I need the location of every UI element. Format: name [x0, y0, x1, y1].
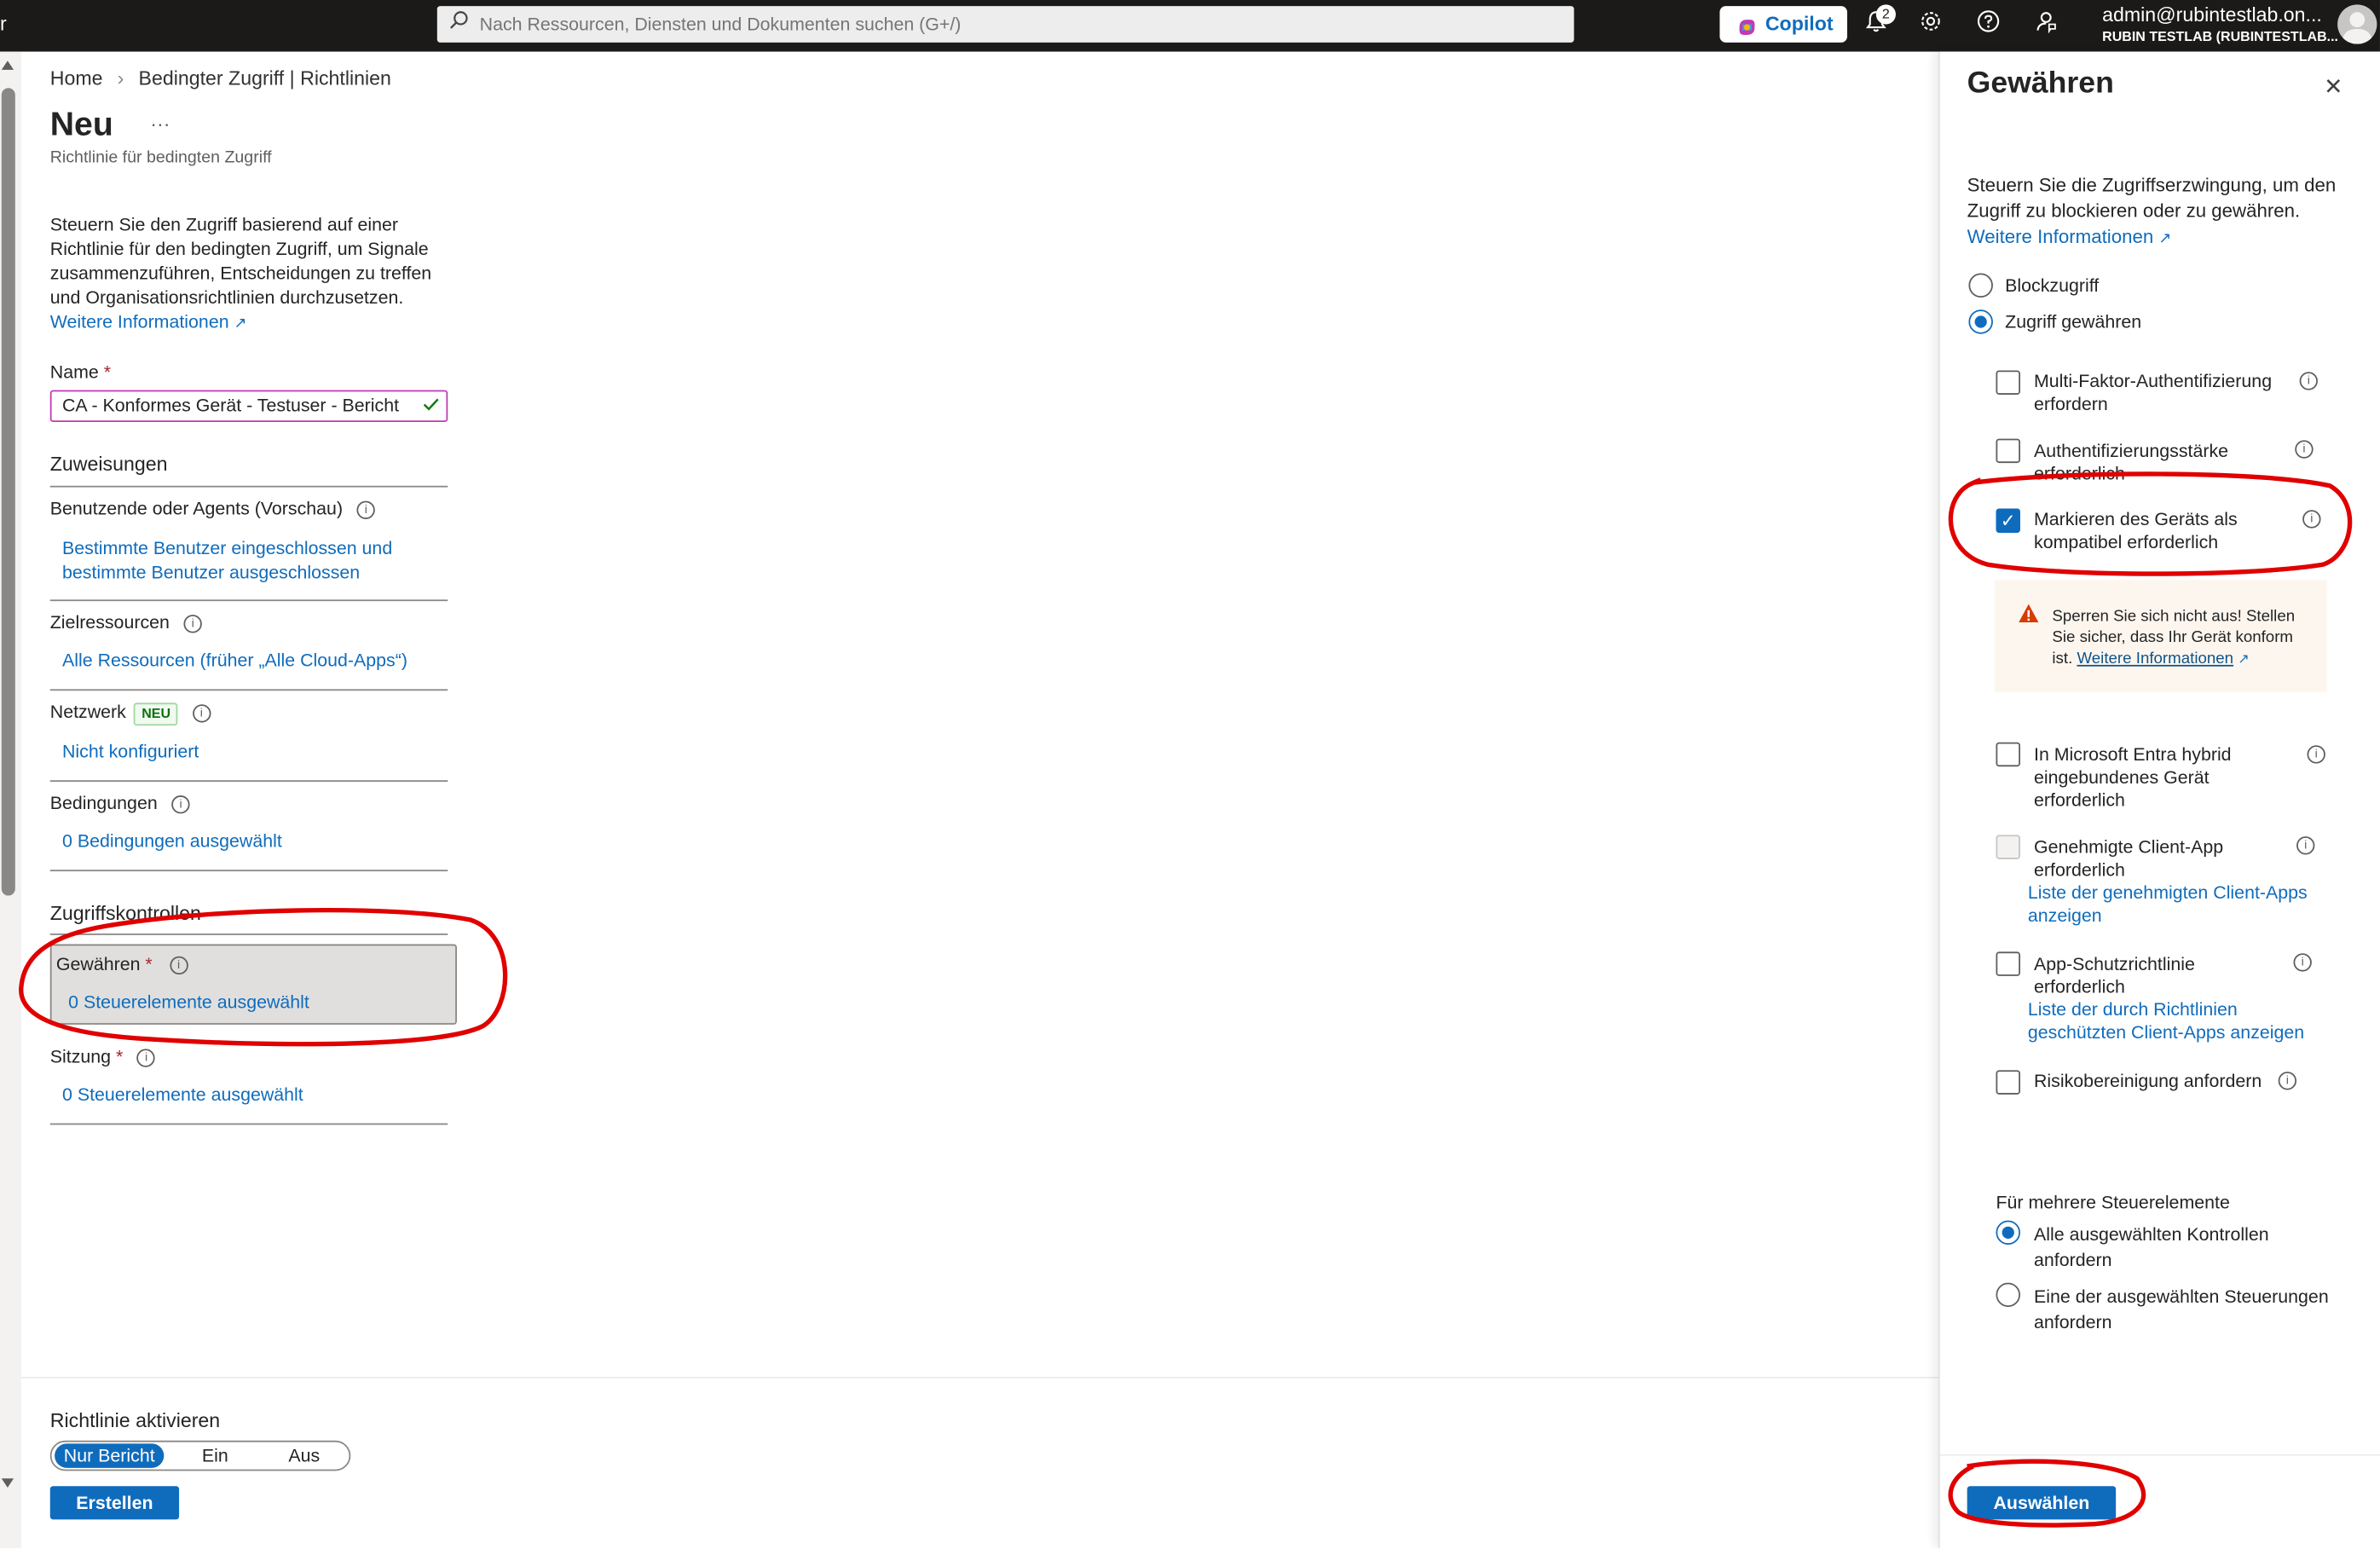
annotation-circle-select	[1948, 1459, 2146, 1528]
annotation-circle-grant	[19, 907, 508, 1047]
annotation-overlay	[19, 471, 2353, 1528]
annotation-circle-compliant	[1948, 471, 2353, 576]
